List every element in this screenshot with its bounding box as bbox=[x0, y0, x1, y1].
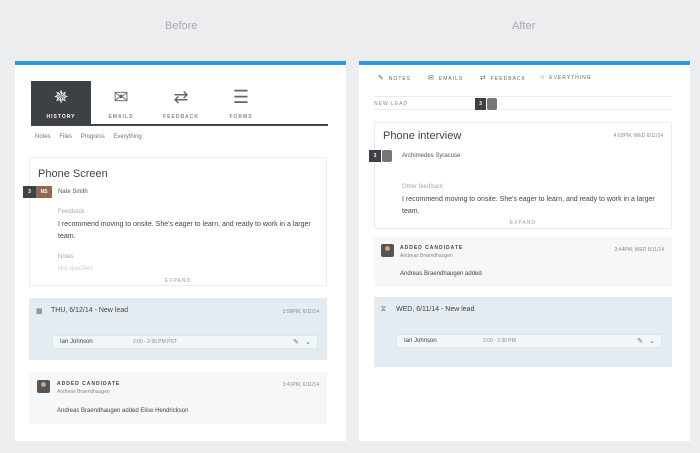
notes-value: Not specified bbox=[58, 266, 93, 272]
feed-subtitle: Andreas Braendhaugen bbox=[57, 389, 110, 395]
arrows-swap-icon: ⇄ bbox=[173, 87, 189, 107]
arrows-swap-icon: ⇄ bbox=[480, 75, 487, 82]
accent-bar bbox=[359, 61, 690, 65]
avatar-initials: NS bbox=[36, 186, 52, 198]
envelope-icon: ✉ bbox=[428, 75, 435, 82]
spinner-icon: ✵ bbox=[53, 87, 69, 107]
feed-item: ADDED CANDIDATE Andreas Braendhaugen 3:4… bbox=[374, 237, 672, 287]
avatar bbox=[37, 380, 50, 393]
avatar bbox=[487, 98, 497, 110]
hourglass-icon: ⧖ bbox=[381, 306, 386, 313]
tab-feedback[interactable]: ⇄ FEEDBACK bbox=[480, 74, 526, 82]
chevron-down-icon[interactable]: ⌄ bbox=[649, 337, 655, 345]
event-title: THU, 6/12/14 - New lead bbox=[51, 307, 129, 314]
event-card: ▦ THU, 6/12/14 - New lead 3:59PM, 6/11/1… bbox=[29, 298, 327, 360]
interview-slot[interactable]: Ian Johnson 2:00 - 2:30 PM PST ✎ ⌄ bbox=[52, 335, 318, 349]
interview-card: Phone interview 4:02PM, WED 6/11/14 3 Ar… bbox=[369, 122, 672, 229]
after-panel: ✎ NOTES ✉ EMAILS ⇄ FEEDBACK ○ EVERYTHING NEW… bbox=[359, 61, 690, 441]
list-icon: ☰ bbox=[232, 87, 250, 107]
feed-item: ADDED CANDIDATE Andreas Braendhaugen 3:4… bbox=[29, 372, 327, 424]
before-caption: Before bbox=[165, 20, 198, 32]
interview-card: Phone Screen 3 NS Nate Smith Feedback I … bbox=[23, 157, 327, 286]
event-time: 3:59PM, 6/11/14 bbox=[282, 309, 319, 315]
interview-slot[interactable]: Ian Johnson 2:00 - 2:30 PM ✎ ⌄ bbox=[396, 334, 662, 348]
feed-time: 3:41PM, 6/11/14 bbox=[282, 382, 319, 388]
after-caption: After bbox=[512, 20, 536, 32]
feed-text: Andreas Braendhaugen added bbox=[400, 271, 482, 277]
tab-forms[interactable]: ☰ FORMS bbox=[211, 81, 271, 124]
badge-count: 3 bbox=[475, 98, 486, 110]
subnav-everything[interactable]: Everything bbox=[113, 134, 141, 140]
feed-heading: ADDED CANDIDATE bbox=[57, 381, 121, 387]
edit-icon[interactable]: ✎ bbox=[637, 337, 643, 345]
interview-time: 4:02PM, WED 6/11/14 bbox=[613, 133, 663, 139]
slot-time: 2:00 - 2:30 PM bbox=[483, 338, 516, 344]
feedback-label: Feedback bbox=[58, 209, 85, 215]
slot-name: Ian Johnson bbox=[60, 339, 93, 345]
edit-icon[interactable]: ✎ bbox=[293, 338, 299, 346]
sub-nav: Notes Files Progress Everything bbox=[35, 134, 149, 140]
tab-emails[interactable]: ✉ EMAILS bbox=[428, 74, 463, 82]
circle-icon: ○ bbox=[540, 74, 546, 81]
new-lead-label: NEW LEAD bbox=[374, 101, 409, 107]
event-card: ⧖ WED, 6/11/14 - New lead Ian Johnson 2:… bbox=[374, 297, 672, 367]
envelope-icon: ✉ bbox=[113, 87, 129, 107]
feed-time: 3:44PM, WED 6/11/14 bbox=[614, 247, 664, 253]
calendar-icon: ▦ bbox=[36, 308, 43, 315]
feedback-text: I recommend moving to onsite. She's eage… bbox=[58, 221, 311, 240]
tab-bar: ✵ HISTORY ✉ EMAILS ⇄ FEEDBACK ☰ FORMS bbox=[31, 81, 328, 126]
accent-bar bbox=[15, 61, 346, 65]
notes-label: Notes bbox=[58, 254, 74, 260]
subnav-progress[interactable]: Progress bbox=[81, 134, 105, 140]
expand-link[interactable]: EXPAND bbox=[30, 278, 326, 284]
new-lead-row: NEW LEAD 3 bbox=[374, 96, 672, 110]
subnav-files[interactable]: Files bbox=[59, 134, 72, 140]
badge-count: 3 bbox=[23, 186, 36, 198]
subnav-notes[interactable]: Notes bbox=[35, 134, 51, 140]
feed-text: Andreas Braendhaugen added Elise Hendric… bbox=[57, 408, 189, 414]
event-title: WED, 6/11/14 - New lead bbox=[396, 306, 475, 313]
feedback-text: I recommend moving to onsite. She's eage… bbox=[402, 196, 655, 215]
interview-title: Phone interview bbox=[383, 130, 462, 142]
slot-time: 2:00 - 2:30 PM PST bbox=[133, 339, 177, 345]
tab-notes[interactable]: ✎ NOTES bbox=[378, 74, 411, 82]
interview-title: Phone Screen bbox=[38, 168, 108, 180]
tab-emails[interactable]: ✉ EMAILS bbox=[91, 81, 151, 124]
avatar bbox=[382, 150, 392, 162]
chevron-down-icon[interactable]: ⌄ bbox=[305, 338, 311, 346]
before-panel: ✵ HISTORY ✉ EMAILS ⇄ FEEDBACK ☰ FORMS No… bbox=[15, 61, 346, 441]
interviewer-name: Archimedes Syracuse bbox=[402, 153, 461, 159]
tab-everything[interactable]: ○ EVERYTHING bbox=[540, 74, 592, 81]
feed-subtitle: Andreas Braendhaugen bbox=[400, 253, 453, 259]
expand-link[interactable]: EXPAND bbox=[375, 220, 671, 226]
avatar bbox=[381, 244, 394, 257]
tab-history[interactable]: ✵ HISTORY bbox=[31, 81, 91, 124]
badge-count: 3 bbox=[369, 150, 381, 162]
tab-feedback[interactable]: ⇄ FEEDBACK bbox=[151, 81, 211, 124]
feedback-label: Other feedback bbox=[402, 184, 444, 190]
feed-heading: ADDED CANDIDATE bbox=[400, 245, 464, 251]
interviewer-name: Nate Smith bbox=[58, 189, 88, 195]
pencil-icon: ✎ bbox=[378, 75, 385, 82]
slot-name: Ian Johnson bbox=[404, 338, 437, 344]
